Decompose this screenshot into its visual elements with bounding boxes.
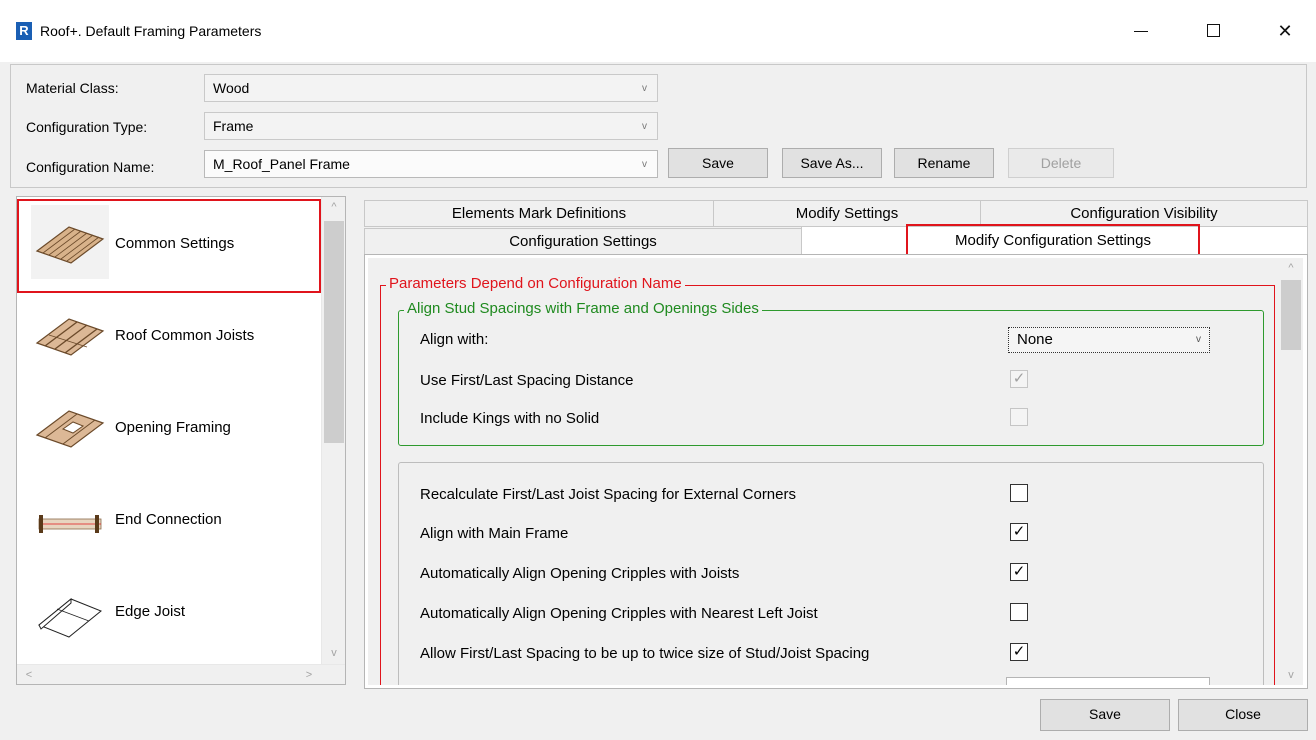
configuration-name-combo[interactable]: M_Roof_Panel Frame v: [204, 150, 658, 178]
chevron-down-icon: v: [642, 83, 647, 94]
check-icon: ✓: [1012, 523, 1026, 540]
include-kings-label: Include Kings with no Solid: [420, 410, 600, 427]
use-first-last-spacing-label: Use First/Last Spacing Distance: [420, 372, 634, 389]
material-class-value: Wood: [213, 80, 250, 96]
tab-elements-mark-definitions[interactable]: Elements Mark Definitions: [364, 200, 714, 227]
chevron-down-icon[interactable]: v: [1279, 665, 1303, 685]
close-button[interactable]: Close: [1178, 699, 1308, 731]
configuration-type-select[interactable]: Frame v: [204, 112, 658, 140]
app-icon: R: [16, 22, 32, 40]
chevron-left-icon[interactable]: <: [17, 665, 41, 684]
close-icon: ✕: [1277, 21, 1293, 41]
list-horizontal-scrollbar[interactable]: < >: [17, 664, 345, 684]
tab-content: Parameters Depend on Configuration Name …: [368, 258, 1303, 685]
opening-framing-icon: [35, 410, 105, 448]
sidebar-item-roof-common-joists[interactable]: Roof Common Joists: [17, 291, 321, 383]
sidebar-item-label: End Connection: [115, 511, 222, 528]
sidebar-item-end-connection[interactable]: End Connection: [17, 475, 321, 567]
material-class-select[interactable]: Wood v: [204, 74, 658, 102]
chevron-down-icon: v: [1196, 334, 1201, 345]
sidebar-item-opening-framing[interactable]: Opening Framing: [17, 383, 321, 475]
check-icon: ✓: [1012, 370, 1026, 387]
configuration-type-value: Frame: [213, 118, 254, 134]
align-cripples-joists-checkbox[interactable]: ✓: [1010, 563, 1028, 581]
chevron-right-icon[interactable]: >: [297, 665, 321, 684]
maximize-button[interactable]: [1198, 16, 1228, 46]
chevron-down-icon: v: [642, 159, 647, 170]
partial-input-field[interactable]: [1006, 677, 1210, 685]
allow-double-spacing-label: Allow First/Last Spacing to be up to twi…: [420, 645, 870, 662]
edge-joist-icon: [38, 597, 102, 638]
chevron-up-icon[interactable]: ^: [1279, 258, 1303, 278]
end-connection-icon: [38, 515, 102, 533]
maximize-icon: [1207, 24, 1220, 37]
chevron-up-icon[interactable]: ^: [322, 197, 345, 217]
align-with-value: None: [1017, 331, 1053, 348]
list-vertical-scrollbar[interactable]: ^ v: [321, 197, 345, 665]
align-main-frame-label: Align with Main Frame: [420, 525, 569, 542]
chevron-down-icon[interactable]: v: [322, 643, 345, 663]
content-vertical-scrollbar[interactable]: ^ v: [1279, 258, 1303, 685]
configuration-name-group-title: Parameters Depend on Configuration Name: [386, 275, 685, 293]
configuration-name-value: M_Roof_Panel Frame: [213, 156, 350, 172]
align-with-label: Align with:: [420, 331, 489, 348]
save-as-button[interactable]: Save As...: [782, 148, 882, 178]
align-with-select[interactable]: None v: [1008, 327, 1210, 353]
scroll-thumb[interactable]: [1281, 280, 1301, 350]
minimize-icon: [1134, 31, 1148, 32]
tab-configuration-settings[interactable]: Configuration Settings: [364, 228, 802, 255]
tab-modify-settings[interactable]: Modify Settings: [713, 200, 981, 227]
configuration-name-label: Configuration Name:: [26, 159, 155, 175]
save-button[interactable]: Save: [1040, 699, 1170, 731]
use-first-last-spacing-checkbox[interactable]: ✓: [1010, 370, 1028, 388]
minimize-button[interactable]: [1126, 16, 1156, 46]
delete-button[interactable]: Delete: [1008, 148, 1114, 178]
recalculate-spacing-label: Recalculate First/Last Joist Spacing for…: [420, 486, 796, 503]
recalculate-spacing-checkbox[interactable]: [1010, 484, 1028, 502]
check-icon: ✓: [1012, 563, 1026, 580]
align-stud-group-title: Align Stud Spacings with Frame and Openi…: [404, 300, 762, 318]
window-title: Roof+. Default Framing Parameters: [40, 23, 262, 39]
settings-category-list: Common Settings Roof Common Joists Openi…: [16, 196, 346, 685]
align-cripples-left-checkbox[interactable]: [1010, 603, 1028, 621]
title-bar: R Roof+. Default Framing Parameters ✕: [0, 0, 1316, 62]
sidebar-item-label: Opening Framing: [115, 419, 231, 436]
allow-double-spacing-checkbox[interactable]: ✓: [1010, 643, 1028, 661]
material-class-label: Material Class:: [26, 80, 119, 96]
tab-configuration-visibility[interactable]: Configuration Visibility: [980, 200, 1308, 227]
align-cripples-joists-label: Automatically Align Opening Cripples wit…: [420, 565, 740, 582]
include-kings-checkbox[interactable]: [1010, 408, 1028, 426]
check-icon: ✓: [1012, 643, 1026, 660]
sidebar-item-edge-joist[interactable]: Edge Joist: [17, 567, 321, 659]
sidebar-item-label: Edge Joist: [115, 603, 186, 620]
align-main-frame-checkbox[interactable]: ✓: [1010, 523, 1028, 541]
rename-button[interactable]: Rename: [894, 148, 994, 178]
scroll-thumb[interactable]: [324, 221, 344, 443]
close-window-button[interactable]: ✕: [1270, 16, 1300, 46]
configuration-type-label: Configuration Type:: [26, 119, 148, 135]
sidebar-item-label: Roof Common Joists: [115, 327, 255, 344]
save-config-button[interactable]: Save: [668, 148, 768, 178]
roof-joists-icon: [35, 318, 105, 356]
chevron-down-icon: v: [642, 121, 647, 132]
align-cripples-left-label: Automatically Align Opening Cripples wit…: [420, 605, 818, 622]
tab-modify-configuration-settings-label: Modify Configuration Settings: [955, 232, 1151, 249]
selection-highlight: [17, 199, 321, 293]
